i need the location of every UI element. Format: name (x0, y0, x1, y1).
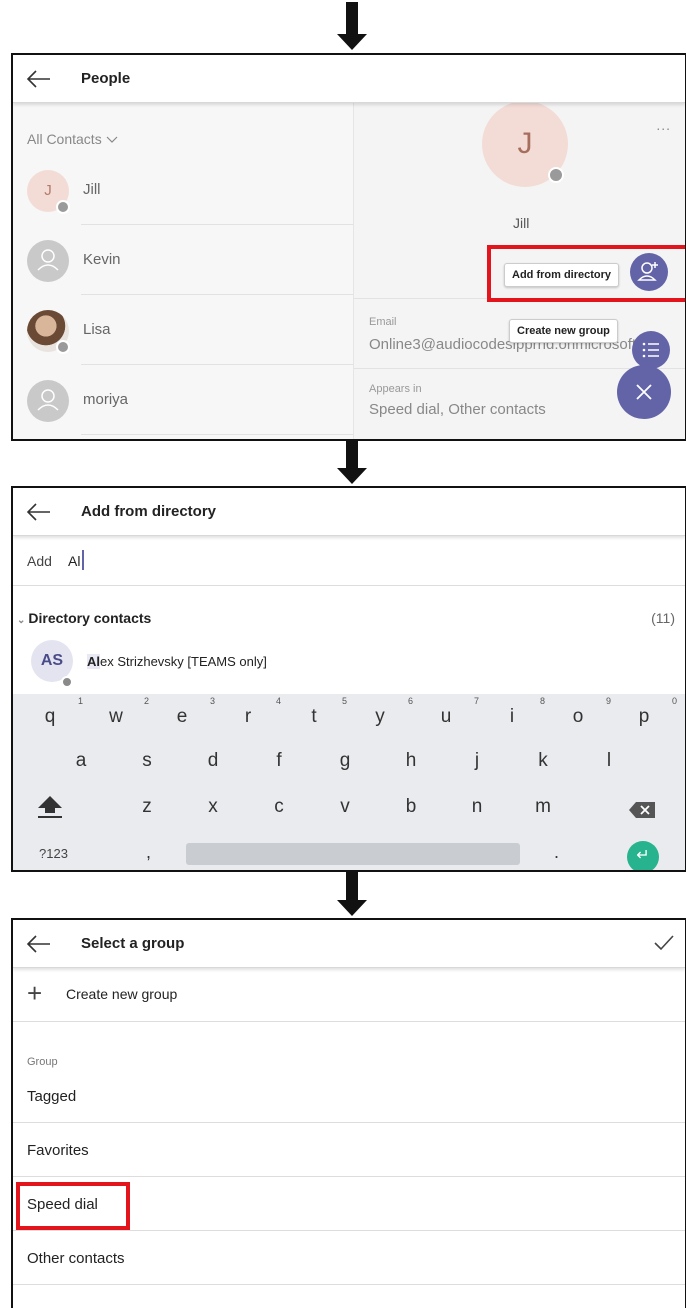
key-c[interactable]: c (262, 796, 296, 818)
key-t[interactable]: t5 (297, 696, 347, 728)
contacts-filter-dropdown[interactable]: All Contacts (27, 131, 118, 147)
select-group-screen: Select a group + Create new group Group … (11, 918, 686, 1308)
app-header: People (13, 55, 685, 103)
back-arrow-icon[interactable] (25, 500, 51, 524)
add-search-field[interactable]: Add Al (13, 536, 685, 586)
back-arrow-icon[interactable] (25, 932, 51, 956)
person-icon (37, 389, 59, 411)
group-item-favorites[interactable]: Favorites (13, 1124, 685, 1177)
app-header: Select a group (13, 920, 685, 968)
key-e[interactable]: e3 (165, 696, 215, 728)
key-y[interactable]: y6 (363, 696, 413, 728)
create-new-group-button[interactable]: Create new group (509, 319, 618, 343)
contact-row-moriya[interactable]: moriya (13, 365, 353, 435)
group-item-tagged[interactable]: Tagged (13, 1070, 685, 1123)
key-x[interactable]: x (196, 796, 230, 818)
key-i[interactable]: i8 (495, 696, 545, 728)
symbols-key[interactable]: ?123 (39, 846, 68, 861)
chevron-down-icon: ⌄ (17, 615, 26, 626)
key-d[interactable]: d (196, 750, 230, 772)
down-arrow-1 (337, 2, 367, 50)
on-screen-keyboard: q1 w2 e3 r4 t5 y6 u7 i8 o9 p0 a s d f g … (13, 694, 685, 870)
page-title: Add from directory (81, 503, 217, 520)
key-k[interactable]: k (526, 750, 560, 772)
shift-icon[interactable] (35, 794, 65, 820)
key-m[interactable]: m (526, 796, 560, 818)
avatar (27, 240, 69, 282)
appears-in-label: Appears in (369, 383, 422, 395)
contact-row-lisa[interactable]: Lisa (13, 295, 353, 365)
list-icon (642, 342, 659, 358)
space-key[interactable] (186, 843, 520, 865)
key-w[interactable]: w2 (99, 696, 149, 728)
contact-name: moriya (83, 391, 129, 408)
contacts-list: All Contacts J Jill Kevin Lisa moriya (13, 103, 353, 439)
key-q[interactable]: q1 (33, 696, 83, 728)
contact-row-kevin[interactable]: Kevin (13, 225, 353, 295)
person-icon (37, 249, 59, 271)
directory-contacts-header[interactable]: ⌄ Directory contacts (17, 610, 151, 626)
create-group-fab[interactable] (632, 331, 670, 369)
contact-name: Lisa (83, 321, 111, 338)
text-cursor (82, 550, 84, 570)
group-item-other-contacts[interactable]: Other contacts (13, 1232, 685, 1285)
key-f[interactable]: f (262, 750, 296, 772)
presence-icon (548, 167, 564, 183)
plus-icon: + (27, 978, 43, 1008)
comma-key[interactable]: , (146, 842, 151, 863)
close-icon (636, 384, 652, 400)
app-header: Add from directory (13, 488, 685, 536)
period-key[interactable]: . (554, 842, 559, 863)
key-j[interactable]: j (460, 750, 494, 772)
create-new-group-label: Create new group (66, 986, 178, 1002)
group-section-label: Group (27, 1056, 58, 1068)
presence-icon (56, 200, 70, 214)
key-h[interactable]: h (394, 750, 428, 772)
page-title: Select a group (81, 935, 185, 952)
contact-name: Jill (83, 181, 101, 198)
search-input[interactable]: Al (68, 553, 80, 569)
enter-key[interactable]: ↵ (627, 841, 659, 870)
back-arrow-icon[interactable] (25, 67, 51, 91)
contact-name: Kevin (83, 251, 121, 268)
key-o[interactable]: o9 (561, 696, 611, 728)
backspace-icon[interactable] (627, 800, 657, 820)
add-from-directory-screen: Add from directory Add Al ⌄ Directory con… (11, 486, 686, 872)
enter-icon: ↵ (636, 847, 650, 864)
contact-row-jill[interactable]: J Jill (13, 155, 353, 225)
avatar (27, 380, 69, 422)
key-r[interactable]: r4 (231, 696, 281, 728)
page-title: People (81, 70, 131, 87)
down-arrow-2 (337, 438, 367, 486)
result-count: (11) (651, 610, 675, 626)
email-label: Email (369, 316, 397, 328)
more-options-icon[interactable]: ... (656, 117, 671, 133)
key-g[interactable]: g (328, 750, 362, 772)
people-screen: People All Contacts J Jill Kevin Lisa mo… (11, 53, 686, 441)
key-s[interactable]: s (130, 750, 164, 772)
contact-detail: J ... Jill Email Online3@audiocodesipprn… (353, 101, 685, 439)
highlight-box (487, 245, 685, 302)
directory-result-item[interactable]: Alex Strizhevsky [TEAMS only] (87, 654, 267, 669)
key-z[interactable]: z (130, 796, 164, 818)
create-new-group-row[interactable]: + Create new group (13, 968, 685, 1022)
key-p[interactable]: p0 (627, 696, 677, 728)
detail-name: Jill (513, 215, 530, 231)
key-b[interactable]: b (394, 796, 428, 818)
close-fab[interactable] (617, 365, 671, 419)
add-label: Add (27, 553, 52, 569)
highlight-box (16, 1182, 130, 1230)
down-arrow-3 (337, 870, 367, 918)
chevron-down-icon (106, 136, 118, 143)
key-n[interactable]: n (460, 796, 494, 818)
key-v[interactable]: v (328, 796, 362, 818)
key-a[interactable]: a (64, 750, 98, 772)
presence-icon (56, 340, 70, 354)
key-l[interactable]: l (592, 750, 626, 772)
presence-icon (61, 676, 73, 688)
appears-in-value: Speed dial, Other contacts (369, 401, 546, 418)
key-u[interactable]: u7 (429, 696, 479, 728)
checkmark-icon[interactable] (653, 934, 675, 952)
